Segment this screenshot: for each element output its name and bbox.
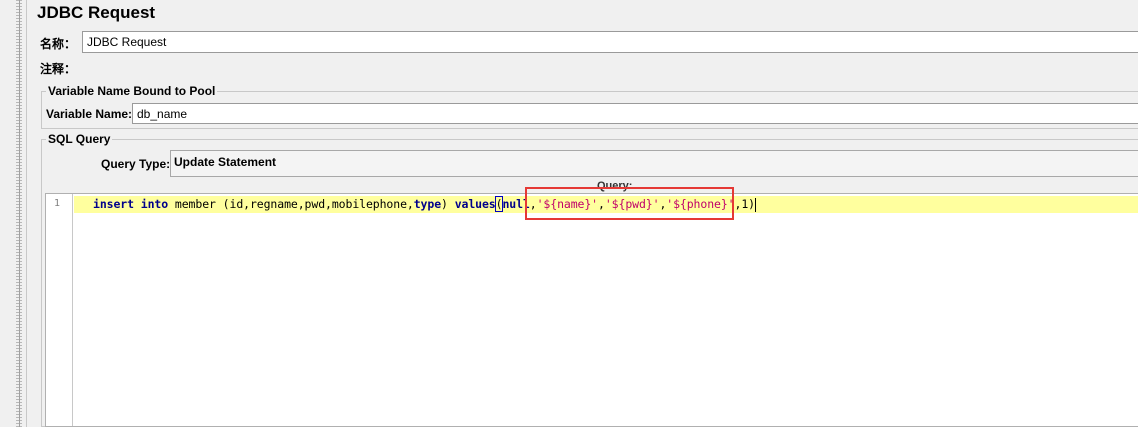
query-type-label: Query Type: (101, 157, 171, 171)
comment-input[interactable] (79, 57, 1138, 77)
keyword-insert: insert (93, 197, 134, 211)
panel-title: JDBC Request (37, 3, 156, 22)
code-tail: ,1) (734, 197, 756, 211)
keyword-type: type (413, 197, 442, 211)
name-input[interactable]: JDBC Request (82, 31, 1138, 53)
line-number: 1 (54, 198, 61, 209)
variable-name-label: Variable Name: (46, 107, 133, 121)
splitter-handle[interactable] (16, 0, 22, 427)
line-gutter: 1 (46, 194, 73, 426)
comment-label: 注释： (40, 62, 77, 76)
text-caret (755, 197, 756, 212)
sql-editor[interactable]: 1 insert into member (id,regname,pwd,mob… (45, 193, 1138, 427)
pool-legend: Variable Name Bound to Pool (46, 84, 218, 98)
jdbc-request-panel: JDBC Request 名称： JDBC Request 注释： Variab… (26, 0, 1138, 427)
left-gutter (0, 0, 16, 427)
keyword-values: values (454, 197, 496, 211)
keyword-into: into (140, 197, 169, 211)
code-text: ) (441, 197, 455, 211)
sql-legend: SQL Query (46, 132, 113, 146)
annotation-highlight-box (525, 187, 734, 220)
query-type-select[interactable]: Update Statement (170, 150, 1138, 177)
name-label: 名称： (40, 37, 77, 51)
code-text: member (id,regname,pwd,mobilephone, (168, 197, 414, 211)
variable-name-input[interactable]: db_name (132, 103, 1138, 124)
